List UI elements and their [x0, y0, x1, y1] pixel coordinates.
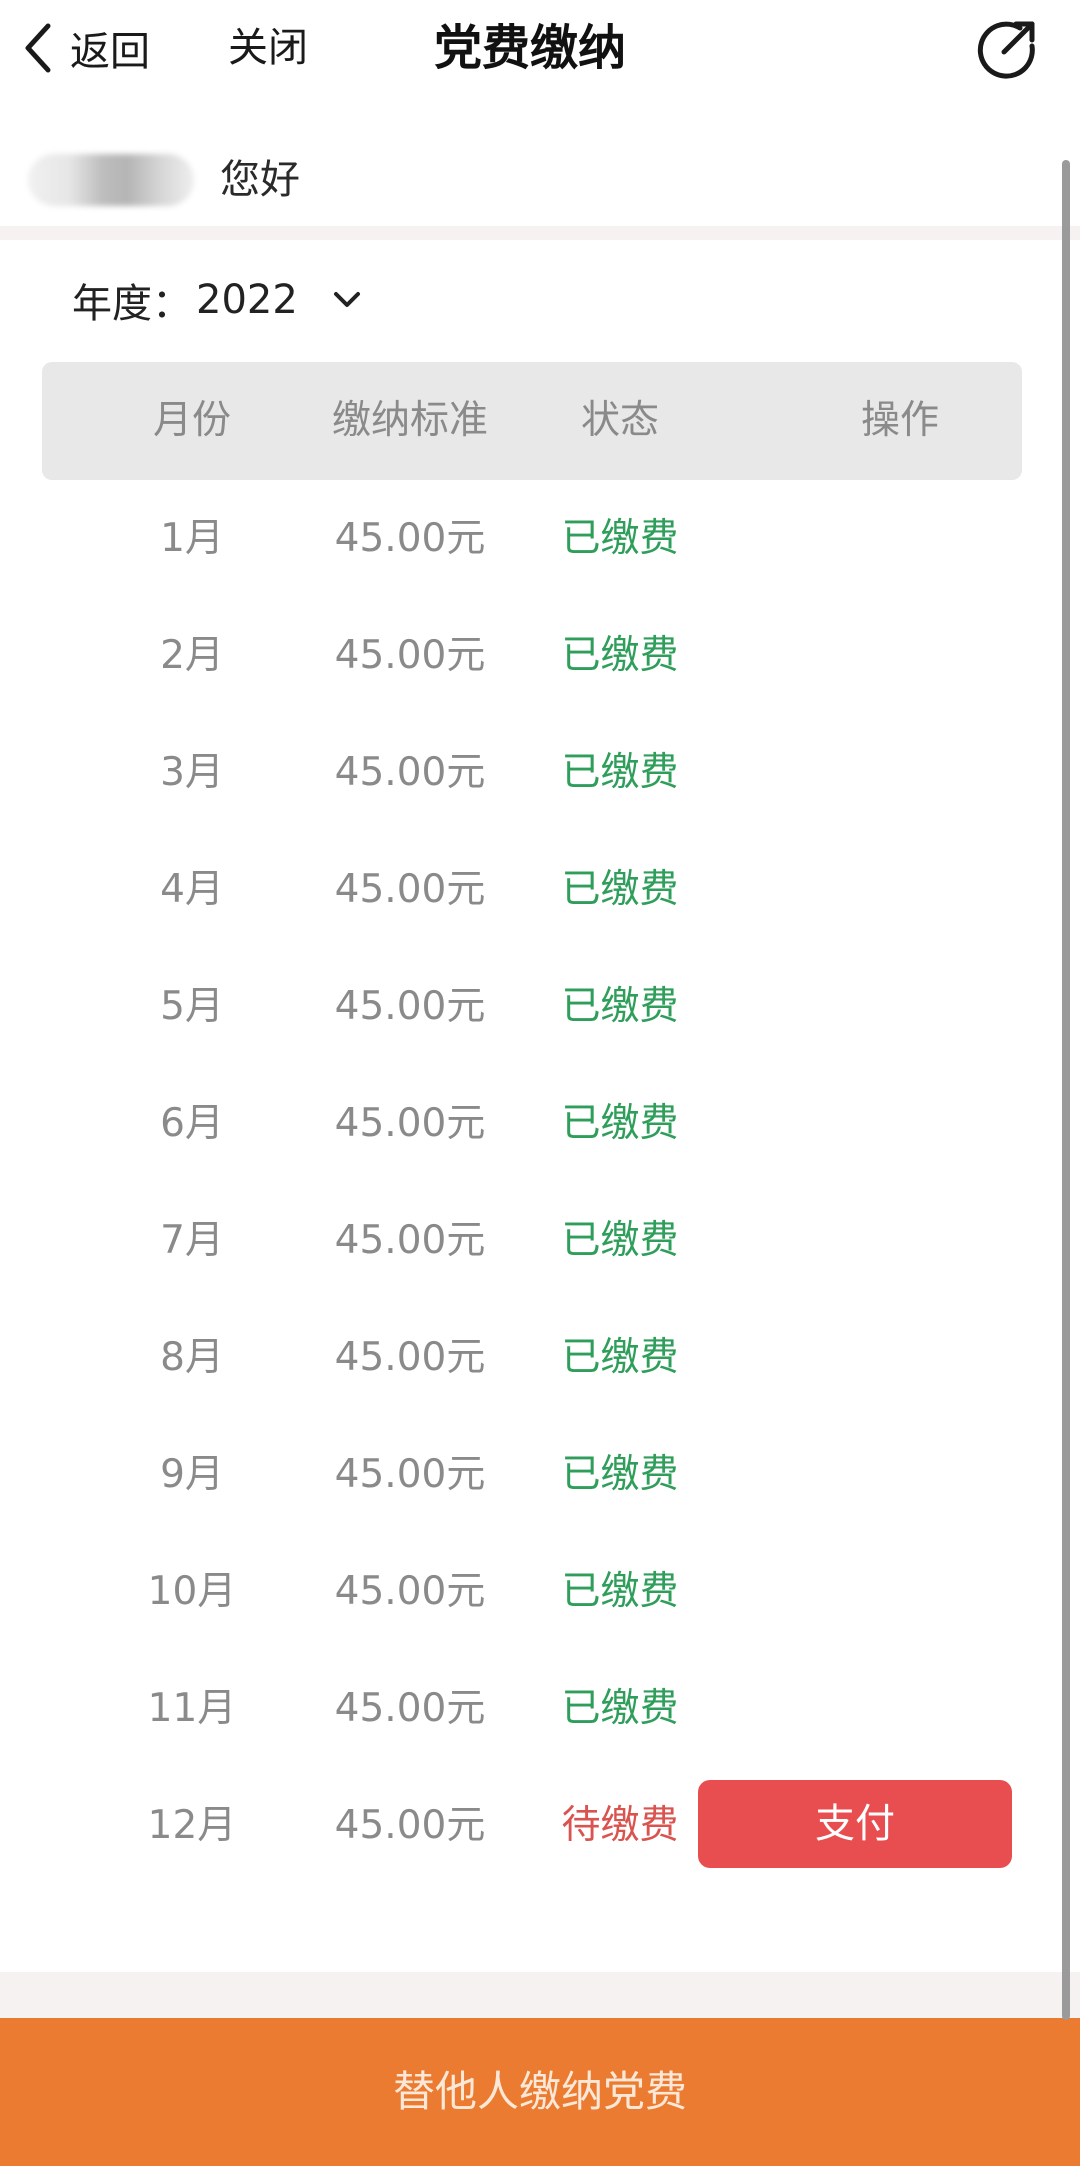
table-row: 10月 45.00元 已缴费: [42, 1533, 1022, 1650]
bottom-spacer: [0, 2166, 1080, 2183]
section-divider: [0, 226, 1080, 240]
row-status: 已缴费: [561, 633, 679, 678]
row-month: 2月: [160, 633, 224, 678]
row-amount: 45.00元: [334, 516, 486, 561]
row-month: 9月: [160, 1452, 224, 1497]
table-row: 7月 45.00元 已缴费: [42, 1182, 1022, 1299]
chevron-left-icon: [25, 23, 51, 73]
row-amount: 45.00元: [334, 1452, 486, 1497]
row-month: 1月: [160, 516, 224, 561]
row-month: 4月: [160, 867, 224, 912]
table-row: 3月 45.00元 已缴费: [42, 714, 1022, 831]
table-row: 2月 45.00元 已缴费: [42, 597, 1022, 714]
row-amount: 45.00元: [334, 1569, 486, 1614]
chevron-down-icon: [333, 292, 360, 307]
row-month: 7月: [160, 1218, 224, 1263]
row-month: 6月: [160, 1101, 224, 1146]
section-divider: [0, 1972, 1080, 2018]
table-row: 11月 45.00元 已缴费: [42, 1650, 1022, 1767]
row-status: 已缴费: [561, 1335, 679, 1380]
header-status: 状态: [580, 398, 659, 443]
greeting-section: 您好: [0, 126, 1080, 226]
row-status: 已缴费: [561, 1569, 679, 1614]
row-status: 已缴费: [561, 984, 679, 1029]
header-standard: 缴纳标准: [331, 398, 488, 443]
greeting-text: 您好: [220, 157, 300, 203]
table-row: 8月 45.00元 已缴费: [42, 1299, 1022, 1416]
share-arrow-icon[interactable]: [976, 16, 1040, 80]
scrollbar-thumb[interactable]: [1062, 160, 1070, 2020]
fee-table: 1月 45.00元 已缴费 2月 45.00元 已缴费 3月 45.00元 已缴…: [42, 480, 1022, 1884]
row-amount: 45.00元: [334, 867, 486, 912]
table-row: 4月 45.00元 已缴费: [42, 831, 1022, 948]
close-button[interactable]: 关闭: [228, 18, 308, 78]
row-amount: 45.00元: [334, 1335, 486, 1380]
back-button[interactable]: 返回: [22, 18, 150, 78]
row-status: 已缴费: [561, 516, 679, 561]
row-status: 已缴费: [561, 1101, 679, 1146]
row-amount: 45.00元: [334, 1803, 486, 1848]
row-status: 已缴费: [561, 1452, 679, 1497]
row-status: 已缴费: [561, 867, 679, 912]
row-month: 11月: [147, 1686, 237, 1731]
row-status: 待缴费: [561, 1803, 679, 1848]
row-status: 已缴费: [561, 750, 679, 795]
pay-button[interactable]: 支付: [698, 1780, 1012, 1868]
row-status: 已缴费: [561, 1686, 679, 1731]
year-value: 2022: [196, 277, 298, 323]
row-amount: 45.00元: [334, 1101, 486, 1146]
row-amount: 45.00元: [334, 984, 486, 1029]
table-header: 月份 缴纳标准 状态 操作: [42, 362, 1022, 480]
nav-bar: 返回 关闭 党费缴纳: [0, 0, 1080, 96]
table-row: 1月 45.00元 已缴费: [42, 480, 1022, 597]
year-selector[interactable]: 年度： 2022: [72, 268, 362, 332]
row-status: 已缴费: [561, 1218, 679, 1263]
row-month: 10月: [147, 1569, 237, 1614]
header-operation: 操作: [860, 398, 939, 443]
row-amount: 45.00元: [334, 750, 486, 795]
row-amount: 45.00元: [334, 1686, 486, 1731]
page-title: 党费缴纳: [433, 20, 626, 76]
row-amount: 45.00元: [334, 633, 486, 678]
row-month: 8月: [160, 1335, 224, 1380]
table-row: 6月 45.00元 已缴费: [42, 1065, 1022, 1182]
scrollbar[interactable]: [1062, 160, 1070, 2020]
back-label: 返回: [70, 29, 150, 75]
table-row: 5月 45.00元 已缴费: [42, 948, 1022, 1065]
row-month: 5月: [160, 984, 224, 1029]
row-month: 12月: [147, 1803, 237, 1848]
year-label: 年度：: [72, 281, 192, 327]
header-month: 月份: [152, 398, 231, 443]
row-amount: 45.00元: [334, 1218, 486, 1263]
table-row: 9月 45.00元 已缴费: [42, 1416, 1022, 1533]
row-month: 3月: [160, 750, 224, 795]
pay-for-others-button[interactable]: 替他人缴纳党费: [0, 2018, 1080, 2166]
avatar: [28, 154, 194, 206]
